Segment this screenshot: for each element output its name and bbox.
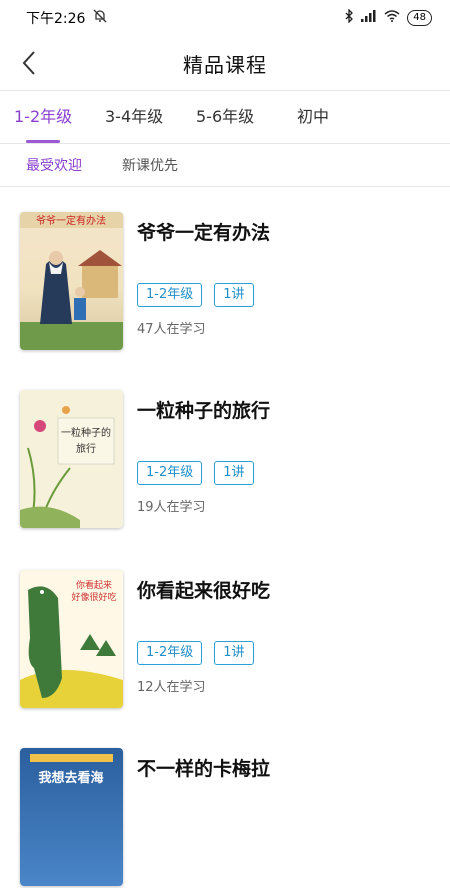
course-tags: 1-2年级 1讲: [137, 283, 254, 307]
chevron-left-icon: [22, 51, 35, 75]
course-cover: 我想去看海: [20, 748, 123, 886]
lesson-count-tag: 1讲: [214, 283, 254, 307]
course-item[interactable]: 一粒种子的 旅行 一粒种子的旅行 1-2年级 1讲 19人在学习: [0, 390, 450, 530]
course-tags: 1-2年级 1讲: [137, 461, 254, 485]
learner-count: 19人在学习: [137, 500, 206, 515]
learner-count: 12人在学习: [137, 680, 206, 695]
lesson-count-tag: 1讲: [214, 461, 254, 485]
grade-tag: 1-2年级: [137, 283, 203, 307]
course-cover: 你看起来 好像很好吃: [20, 570, 123, 708]
status-bar: 下午2:26 48: [0, 0, 450, 36]
course-item[interactable]: 你看起来 好像很好吃 你看起来很好吃 1-2年级 1讲 12人在学习: [0, 570, 450, 710]
course-item[interactable]: 爷爷一定有办法 爷爷一定有办法 1-2年级 1讲 47人在学习: [0, 212, 450, 352]
tab-grade-1-2[interactable]: 1-2年级: [14, 91, 72, 143]
sort-newest[interactable]: 新课优先: [122, 155, 178, 175]
bell-muted-icon: [93, 9, 107, 27]
page-title: 精品课程: [183, 52, 267, 77]
svg-text:好像很好吃: 好像很好吃: [71, 591, 116, 603]
course-title: 一粒种子的旅行: [137, 400, 271, 422]
sort-tabs: 最受欢迎 新课优先: [0, 144, 450, 187]
tab-grade-5-6[interactable]: 5-6年级: [196, 91, 254, 143]
svg-text:你看起来: 你看起来: [76, 579, 112, 591]
tab-junior-high[interactable]: 初中: [297, 91, 329, 143]
course-title: 爷爷一定有办法: [137, 222, 271, 244]
course-title: 不一样的卡梅拉: [137, 758, 271, 780]
bluetooth-icon: [344, 8, 354, 27]
cover-title-text: 爷爷一定有办法: [36, 214, 106, 227]
course-tags: 1-2年级 1讲: [137, 641, 254, 665]
learner-count: 47人在学习: [137, 322, 206, 337]
grade-tag: 1-2年级: [137, 461, 203, 485]
wifi-icon: [384, 10, 400, 26]
back-button[interactable]: [18, 49, 44, 77]
status-time: 下午2:26: [26, 11, 86, 27]
grade-tag: 1-2年级: [137, 641, 203, 665]
top-bar: 精品课程: [0, 36, 450, 91]
course-cover: 一粒种子的 旅行: [20, 390, 123, 528]
cover-title-text: 我想去看海: [38, 770, 103, 786]
svg-text:一粒种子的: 一粒种子的: [61, 426, 111, 439]
course-title: 你看起来很好吃: [137, 580, 271, 602]
battery-indicator: 48: [407, 10, 432, 26]
svg-text:旅行: 旅行: [76, 442, 96, 455]
grade-tabs: 1-2年级 3-4年级 5-6年级 初中: [0, 91, 450, 144]
sort-most-popular[interactable]: 最受欢迎: [26, 155, 82, 175]
course-cover: 爷爷一定有办法: [20, 212, 123, 350]
signal-icon: [361, 10, 377, 26]
course-item[interactable]: 我想去看海 不一样的卡梅拉: [0, 748, 450, 888]
tab-grade-3-4[interactable]: 3-4年级: [105, 91, 163, 143]
lesson-count-tag: 1讲: [214, 641, 254, 665]
